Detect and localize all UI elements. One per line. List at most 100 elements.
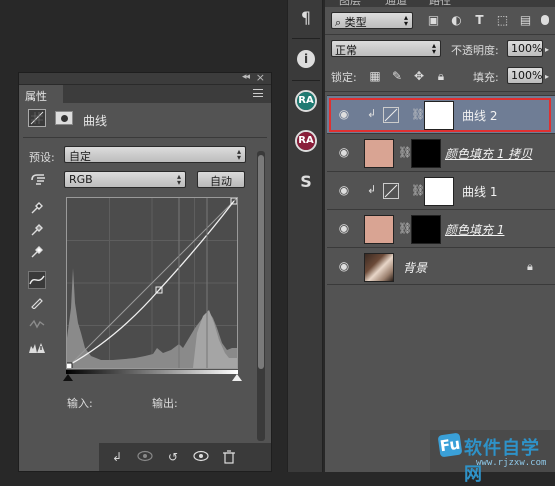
layer-row-curves-2[interactable]: ◉ ↲ ⛓ 曲线 2 — [327, 95, 555, 133]
tab-channels[interactable]: 通道 — [385, 0, 407, 8]
styles-icon[interactable]: S — [297, 172, 315, 192]
ra-badge: RA — [297, 132, 315, 150]
black-slider-handle[interactable] — [63, 374, 73, 381]
layer-mask-thumbnail[interactable] — [411, 139, 441, 168]
draw-pencil-icon[interactable] — [28, 295, 46, 313]
paragraph-icon[interactable]: ¶ — [296, 8, 316, 30]
visibility-eye-icon[interactable]: ◉ — [336, 222, 352, 234]
layers-panel: 图层 通道 路径 ⌕ 类型 ▴ ▾ ▣ ◐ T ⬚ ▤ 正常 ▴ ▾ 不透明度: 1… — [325, 0, 555, 472]
output-label: 输出: — [152, 397, 178, 410]
selection-highlight — [329, 98, 551, 132]
dock-separator — [292, 38, 320, 39]
layer-name[interactable]: 曲线 1 — [462, 183, 497, 200]
layer-row-color-fill[interactable]: ◉ ⛓ 颜色填充 1 — [327, 209, 555, 247]
fill-label: 填充: — [473, 71, 499, 84]
curves-adjustment-icon[interactable] — [28, 109, 46, 127]
visibility-eye-icon[interactable]: ◉ — [336, 260, 352, 272]
channel-value: RGB — [69, 173, 93, 186]
scrollbar-thumb[interactable] — [258, 155, 264, 369]
properties-bottom-bar: ↲ ↺ — [19, 443, 271, 471]
curves-graph[interactable] — [65, 197, 238, 370]
chevron-updown-icon: ▴ ▾ — [431, 41, 436, 56]
opacity-input[interactable]: 100% — [507, 40, 543, 57]
layer-name[interactable]: 颜色填充 1 — [445, 221, 504, 238]
filter-type-icon[interactable]: T — [473, 13, 486, 27]
white-slider-handle[interactable] — [232, 374, 242, 381]
histogram-highlight — [193, 310, 237, 368]
sample-gray-eyedropper-icon[interactable] — [28, 223, 46, 241]
layer-mask-thumbnail[interactable] — [424, 177, 454, 206]
info-icon[interactable]: i — [297, 50, 315, 68]
fill-input[interactable]: 100% — [507, 67, 543, 84]
link-chain-icon[interactable]: ⛓ — [398, 146, 412, 159]
toggle-visibility-eye-icon[interactable] — [193, 450, 209, 464]
filter-adjustment-icon[interactable]: ◐ — [450, 13, 463, 27]
sample-black-eyedropper-icon[interactable] — [28, 201, 46, 219]
watermark-url: www.rjzxw.com — [476, 458, 547, 468]
fill-slider-arrow-icon[interactable]: ▸ — [545, 72, 549, 81]
filter-smartobject-icon[interactable]: ▤ — [519, 13, 532, 27]
lock-position-move-icon[interactable]: ✥ — [413, 70, 425, 82]
lock-image-brush-icon[interactable]: ✎ — [391, 70, 403, 82]
curves-graph-svg[interactable] — [65, 197, 238, 370]
visibility-eye-icon[interactable]: ◉ — [336, 146, 352, 158]
color-fill-thumbnail[interactable] — [364, 139, 394, 168]
tab-layers[interactable]: 图层 — [339, 0, 361, 8]
collapse-button[interactable]: ◂◂ — [242, 72, 250, 82]
panel-menu-icon[interactable] — [253, 89, 263, 97]
tone-gradient-bar — [66, 370, 238, 374]
properties-scrollbar[interactable] — [257, 151, 265, 441]
color-fill-thumbnail[interactable] — [364, 215, 394, 244]
close-button[interactable]: × — [256, 71, 265, 84]
view-previous-state-icon[interactable] — [137, 450, 153, 464]
watermark: Fu 软件自学网 www.rjzxw.com — [430, 430, 555, 485]
link-chain-icon[interactable]: ⛓ — [398, 222, 412, 235]
filter-pixel-icon[interactable]: ▣ — [427, 13, 440, 27]
filter-kind-value: 类型 — [344, 16, 367, 29]
curve-point-black[interactable] — [65, 362, 73, 370]
reset-icon[interactable]: ↺ — [165, 450, 181, 464]
filter-shape-icon[interactable]: ⬚ — [496, 13, 509, 27]
search-icon: ⌕ — [335, 16, 342, 29]
tab-properties[interactable]: 属性 — [19, 85, 63, 103]
clipping-warning-icon[interactable] — [28, 341, 46, 359]
clip-to-layer-icon[interactable]: ↲ — [109, 450, 125, 464]
tab-paths[interactable]: 路径 — [429, 0, 451, 8]
layer-name[interactable]: 颜色填充 1 拷贝 — [445, 145, 532, 162]
layer-mask-thumbnail[interactable] — [411, 215, 441, 244]
edit-points-curve-icon[interactable] — [28, 271, 46, 289]
filter-toggle-icon[interactable] — [541, 15, 549, 25]
visibility-eye-icon[interactable]: ◉ — [336, 184, 352, 196]
ra-badge: RA — [297, 92, 315, 110]
photo-thumbnail[interactable] — [364, 253, 394, 282]
divider — [325, 91, 555, 92]
opacity-label: 不透明度: — [451, 44, 499, 57]
auto-button[interactable]: 自动 — [197, 171, 245, 188]
action-ra-button-2[interactable]: RA — [295, 130, 317, 152]
chevron-updown-icon: ▴ ▾ — [403, 13, 408, 28]
panel-dock: ¶ i RA RA S — [287, 0, 323, 472]
layer-row-color-fill-copy[interactable]: ◉ ⛓ 颜色填充 1 拷贝 — [327, 133, 555, 171]
target-adjust-hand-icon[interactable] — [29, 171, 49, 187]
filter-kind-dropdown[interactable]: ⌕ 类型 ▴ ▾ — [331, 12, 413, 29]
action-ra-button-1[interactable]: RA — [295, 90, 317, 112]
lock-transparency-icon[interactable]: ▦ — [369, 70, 381, 82]
link-chain-icon[interactable]: ⛓ — [411, 184, 425, 197]
mask-icon[interactable] — [55, 111, 73, 125]
blend-mode-value: 正常 — [335, 44, 357, 57]
lock-all-icon[interactable]: 🔒︎ — [435, 70, 447, 82]
channel-dropdown[interactable]: RGB ▴ ▾ — [64, 171, 186, 188]
blend-mode-dropdown[interactable]: 正常 ▴ ▾ — [331, 40, 441, 57]
input-label: 输入: — [67, 397, 93, 410]
sample-white-eyedropper-icon[interactable] — [28, 245, 46, 263]
watermark-logo: Fu — [437, 432, 463, 458]
smooth-curve-icon — [28, 317, 46, 335]
layer-row-background[interactable]: ◉ 背景 🔒︎ — [327, 247, 555, 285]
opacity-slider-arrow-icon[interactable]: ▸ — [545, 45, 549, 54]
layer-name[interactable]: 背景 — [403, 259, 427, 276]
panel-header: ◂◂ × — [19, 71, 271, 85]
lock-label: 锁定: — [331, 71, 357, 84]
layer-row-curves-1[interactable]: ◉ ↲ ⛓ 曲线 1 — [327, 171, 555, 209]
preset-dropdown[interactable]: 自定 ▴ ▾ — [64, 146, 246, 163]
trash-icon[interactable] — [221, 450, 237, 464]
